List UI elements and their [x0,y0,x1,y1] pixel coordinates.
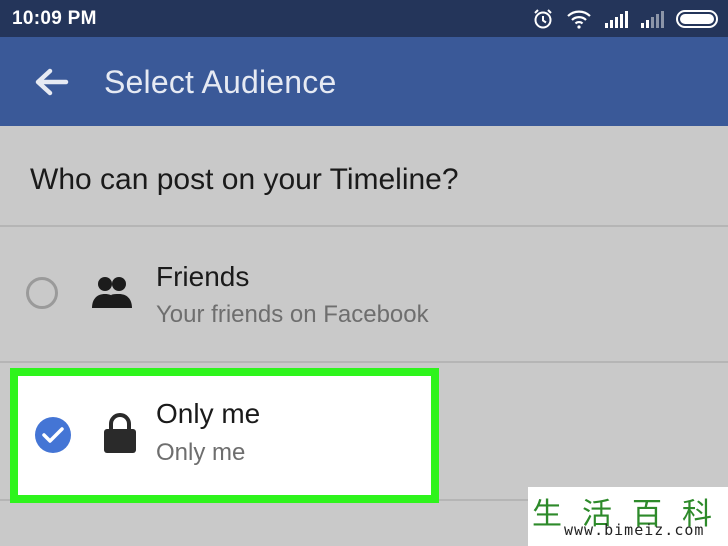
page-title: Select Audience [104,64,337,100]
cellular-signal-icon [604,10,628,28]
wifi-icon [566,9,592,29]
status-bar: 10:09 PM [0,0,728,37]
watermark-char: 生 [532,497,562,532]
option-subtitle: Only me [156,439,246,466]
cellular-signal-2-icon [640,10,664,28]
question-heading: Who can post on your Timeline? [30,163,459,196]
audience-option-only-me[interactable]: Only me Only me [10,368,439,503]
app-bar: Select Audience [0,37,728,126]
friends-icon [90,275,134,314]
watermark-url: www.bimeiz.com [564,521,705,539]
radio-button-checked[interactable] [35,417,71,453]
watermark: 生 活 百 科 www.bimeiz.com [528,487,728,546]
alarm-icon [532,8,554,30]
back-arrow-icon[interactable] [34,67,70,97]
question-section: Who can post on your Timeline? [0,126,728,227]
option-subtitle: Your friends on Facebook [156,301,429,328]
lock-icon [102,412,138,459]
audience-option-friends[interactable]: Friends Your friends on Facebook [0,227,728,363]
option-title: Friends [156,261,250,292]
option-title: Only me [156,398,261,429]
status-time: 10:09 PM [12,8,97,29]
radio-button-friends[interactable] [26,277,58,309]
status-icons [532,7,720,31]
battery-icon [676,10,720,28]
